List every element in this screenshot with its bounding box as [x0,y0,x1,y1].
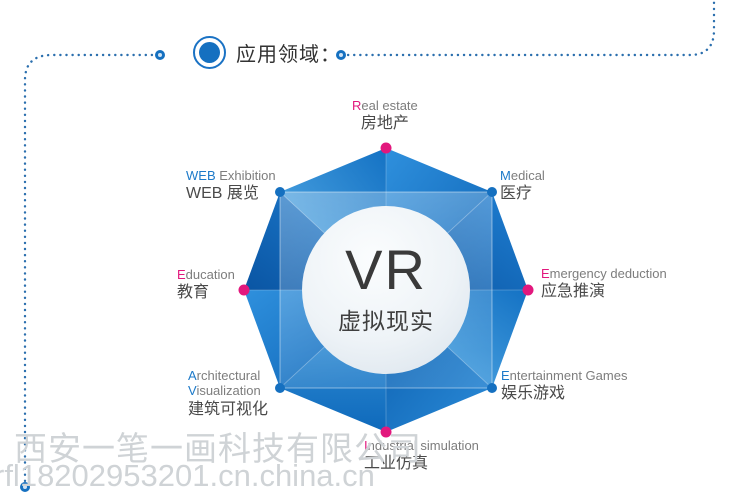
label-medical-en: Medical [500,168,545,183]
vertex-dot-upper-left [275,187,285,197]
vertex-dot-left [238,284,250,296]
label-industrial-simulation[interactable]: Industrial simulation 工业仿真 [364,438,479,474]
vertex-dot-upper-right [487,187,497,197]
label-real-estate-cn: 房地产 [360,115,409,133]
label-web-exhibition[interactable]: WEB Exhibition WEB 展览 [186,168,276,204]
label-architectural-visualization-en-line2: Visualization [188,383,261,399]
vertex-dot-top [380,142,392,154]
label-real-estate[interactable]: Real estate 房地产 [352,98,418,134]
dot-terminator-bottom-left-inner [23,485,27,489]
filled-circle-icon-core [199,42,220,63]
label-emergency-deduction-en: Emergency deduction [541,266,667,281]
octagon-diagram [236,130,536,450]
vertex-dot-lower-left [275,383,285,393]
dot-terminator-bottom-left [20,482,30,492]
label-medical[interactable]: Medical 医疗 [500,168,545,204]
label-education-cn: 教育 [177,284,210,302]
label-architectural-visualization[interactable]: Architectural Visualization 建筑可视化 [188,368,268,420]
dot-terminator-left [155,50,165,60]
vertex-dot-right [522,284,534,296]
label-web-exhibition-cn: WEB 展览 [186,185,259,203]
right-dotted-path [340,0,716,57]
label-architectural-visualization-cn: 建筑可视化 [188,400,269,418]
section-header: 应用领域： [193,36,341,69]
label-industrial-simulation-en: Industrial simulation [364,438,479,453]
label-education-en: Education [177,267,235,282]
left-dotted-path [23,53,160,489]
label-entertainment-games-cn: 娱乐游戏 [501,385,566,403]
label-architectural-visualization-en-line1: Architectural [188,368,261,383]
center-circle [302,206,470,374]
label-real-estate-en: Real estate [352,98,418,113]
poster-canvas: 应用领域： VR 虚拟现实 Real estate 房地产 WEB Exhibi… [0,0,748,500]
page-title: 应用领域： [236,44,341,66]
vertex-dot-lower-right [487,383,497,393]
label-emergency-deduction[interactable]: Emergency deduction 应急推演 [541,266,667,302]
watermark-url: rfl18202953201.cn.china.cn [0,458,375,493]
vertex-dot-bottom [380,426,392,438]
label-web-exhibition-en: WEB Exhibition [186,168,276,183]
label-entertainment-games[interactable]: Entertainment Games 娱乐游戏 [501,368,627,404]
label-emergency-deduction-cn: 应急推演 [541,283,606,301]
label-medical-cn: 医疗 [500,185,533,203]
dot-terminator-left-inner [158,53,162,57]
label-entertainment-games-en: Entertainment Games [501,368,628,383]
filled-circle-icon [193,36,226,69]
label-education[interactable]: Education 教育 [177,267,235,303]
label-industrial-simulation-cn: 工业仿真 [364,455,429,473]
